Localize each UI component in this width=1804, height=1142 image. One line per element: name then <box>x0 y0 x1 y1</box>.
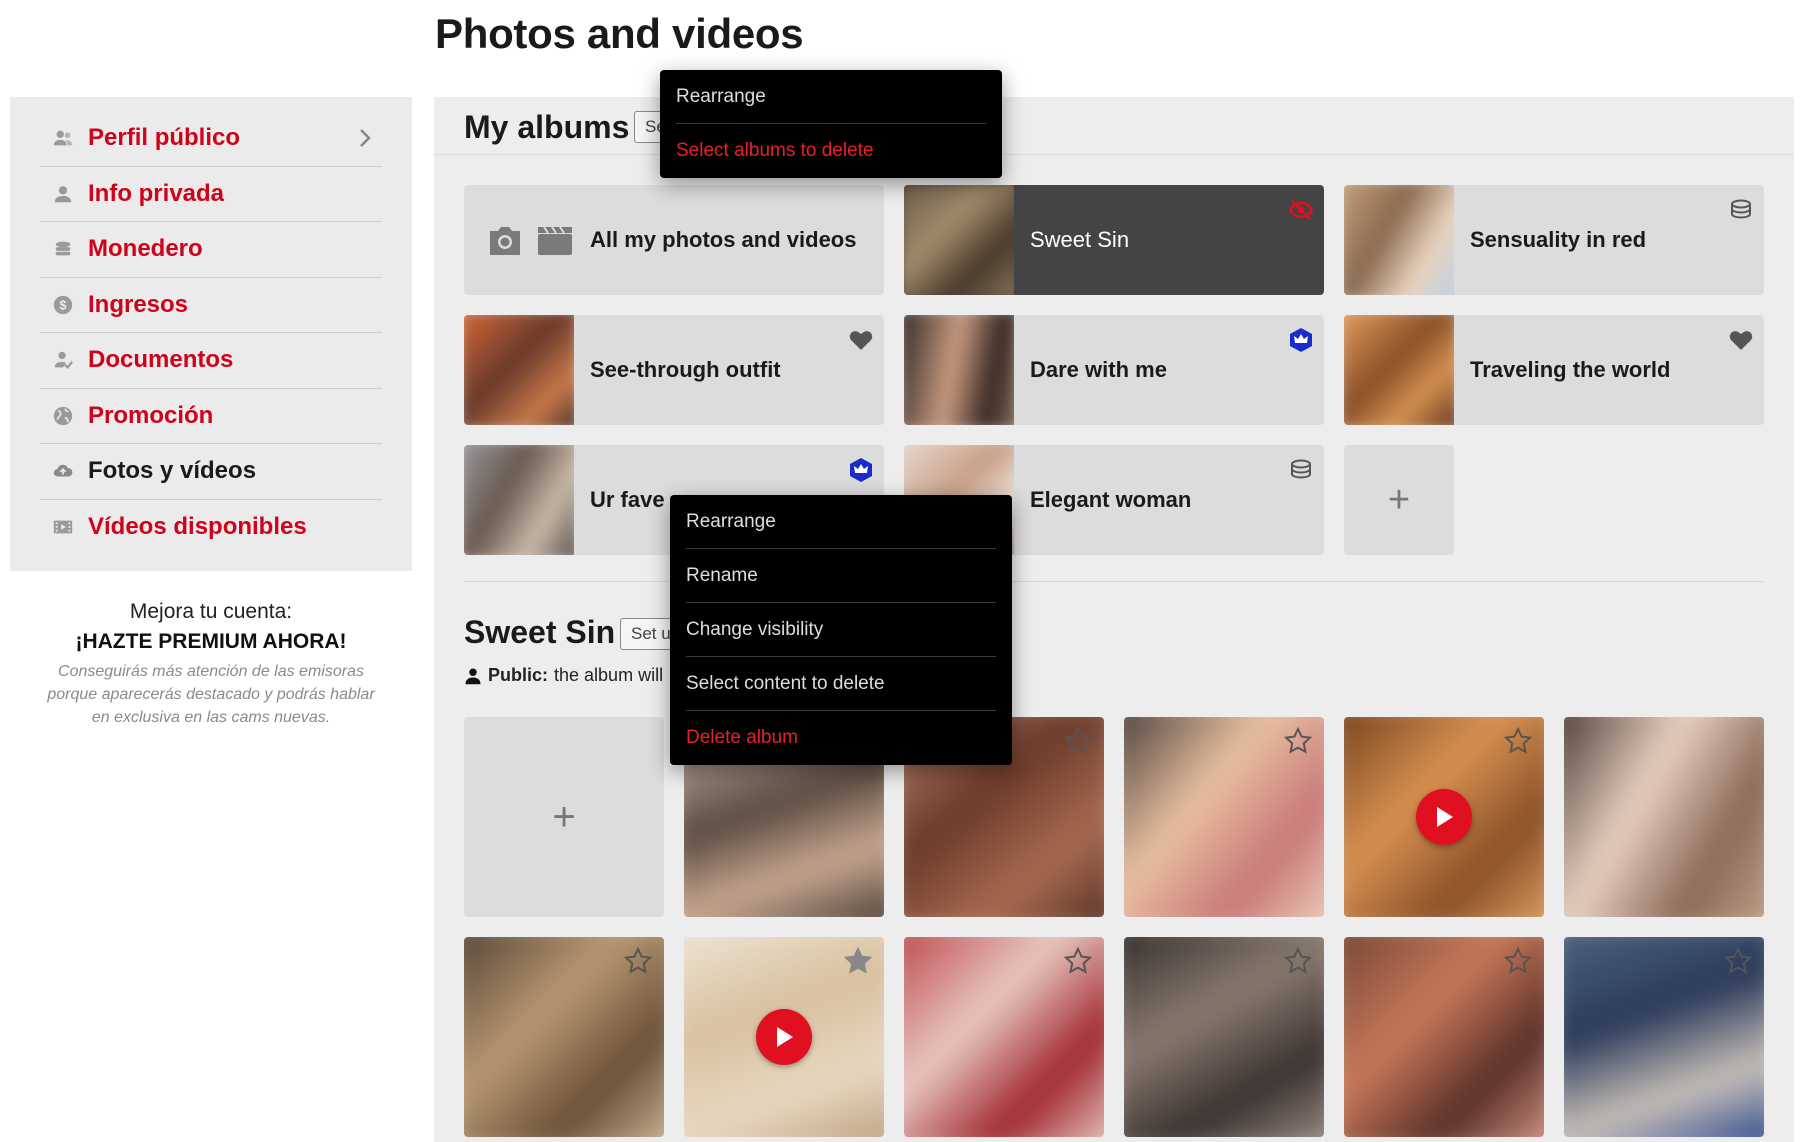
album-name: Sensuality in red <box>1470 227 1647 252</box>
menu-item-change-visibility[interactable]: Change visibility <box>686 603 996 657</box>
album-name: Dare with me <box>1030 357 1167 382</box>
globe-icon <box>50 403 76 429</box>
cloud-icon <box>50 458 76 484</box>
media-item[interactable] <box>1344 717 1544 917</box>
media-item[interactable] <box>1564 717 1764 917</box>
eye-slash-icon[interactable] <box>1288 197 1314 223</box>
camera-icon <box>490 227 520 255</box>
sidebar-item-label: Vídeos disponibles <box>88 513 307 541</box>
menu-item-rename[interactable]: Rename <box>686 549 996 603</box>
coins-icon <box>50 236 76 262</box>
main-panel: My albums Se All my photos and videos Sw… <box>434 97 1794 1142</box>
page-title: Photos and videos <box>435 10 804 57</box>
menu-item-rearrange[interactable]: Rearrange <box>676 70 986 124</box>
star-icon[interactable] <box>1284 727 1312 755</box>
media-item[interactable] <box>1124 937 1324 1137</box>
star-icon[interactable] <box>1284 947 1312 975</box>
star-icon[interactable] <box>844 947 872 975</box>
menu-item-select-albums-to-delete[interactable]: Select albums to delete <box>676 124 986 178</box>
sidebar: Perfil público Info privada Monedero $ I… <box>10 97 412 571</box>
visibility-text: the album will <box>554 665 664 685</box>
sidebar-item-label: Perfil público <box>88 124 241 152</box>
heart-icon[interactable] <box>1728 327 1754 353</box>
sidebar-item-ingresos[interactable]: $ Ingresos <box>40 278 382 333</box>
album-card-sweet-sin[interactable]: Sweet Sin <box>904 185 1324 295</box>
user-icon <box>465 668 481 684</box>
menu-item-select-content-to-delete[interactable]: Select content to delete <box>686 657 996 711</box>
media-item[interactable] <box>1124 717 1324 917</box>
star-icon[interactable] <box>1064 947 1092 975</box>
crown-icon[interactable] <box>1288 327 1314 353</box>
album-name: Traveling the world <box>1470 357 1671 382</box>
premium-headline: Mejora tu cuenta: <box>129 600 293 623</box>
media-item[interactable] <box>1344 937 1544 1137</box>
add-media-button[interactable]: + <box>464 717 664 917</box>
premium-promo: Mejora tu cuenta: ¡HAZTE PREMIUM AHORA! … <box>10 600 412 729</box>
clapperboard-icon <box>538 226 572 255</box>
media-item[interactable] <box>464 937 664 1137</box>
film-icon <box>50 514 76 540</box>
sidebar-item-label: Info privada <box>88 179 225 207</box>
menu-item-delete-album[interactable]: Delete album <box>686 711 996 765</box>
user-check-icon <box>50 347 76 373</box>
sidebar-item-label: Monedero <box>88 235 203 263</box>
menu-item-rearrange[interactable]: Rearrange <box>686 495 996 549</box>
sidebar-item-info-privada[interactable]: Info privada <box>40 167 382 222</box>
add-album-button[interactable]: + <box>1344 445 1454 555</box>
user-icon <box>50 181 76 207</box>
coins-icon[interactable] <box>1288 457 1314 483</box>
sidebar-item-promocion[interactable]: Promoción <box>40 389 382 444</box>
album-detail-title: Sweet Sin <box>464 614 616 650</box>
sidebar-item-label: Fotos y vídeos <box>88 457 257 485</box>
sidebar-item-fotos-y-videos[interactable]: Fotos y vídeos <box>40 444 382 500</box>
media-item[interactable] <box>684 937 884 1137</box>
album-card-traveling-the-world[interactable]: Traveling the world <box>1344 315 1764 425</box>
star-icon[interactable] <box>1504 947 1532 975</box>
sidebar-item-monedero[interactable]: Monedero <box>40 222 382 278</box>
album-card-sensuality-in-red[interactable]: Sensuality in red <box>1344 185 1764 295</box>
media-item[interactable] <box>904 937 1104 1137</box>
play-icon <box>777 1027 793 1047</box>
albums-header: My albums Se <box>434 97 1794 155</box>
section-divider <box>464 581 1764 582</box>
premium-description: Conseguirás más atención de las emisoras… <box>47 663 375 726</box>
sidebar-item-label: Documentos <box>88 346 234 374</box>
svg-text:$: $ <box>59 297 66 312</box>
chevron-right-icon <box>360 129 371 148</box>
albums-options-menu: Rearrange Select albums to delete <box>660 70 1002 178</box>
album-card-all[interactable]: All my photos and videos <box>464 185 884 295</box>
play-button[interactable] <box>1416 789 1472 845</box>
album-name: Elegant woman <box>1030 487 1192 512</box>
visibility-label: Public: <box>488 665 549 685</box>
album-name: See-through outfit <box>590 357 781 382</box>
album-card-see-through-outfit[interactable]: See-through outfit <box>464 315 884 425</box>
dollar-icon: $ <box>50 292 76 318</box>
visibility-info: Public: the album will <box>464 665 663 686</box>
media-item[interactable] <box>1564 937 1764 1137</box>
album-options-menu: Rearrange Rename Change visibility Selec… <box>670 495 1012 765</box>
album-name: All my photos and videos <box>590 227 857 252</box>
albums-title: My albums <box>464 109 630 145</box>
star-icon[interactable] <box>624 947 652 975</box>
sidebar-item-perfil-publico[interactable]: Perfil público <box>40 111 382 167</box>
sidebar-item-documentos[interactable]: Documentos <box>40 333 382 389</box>
play-icon <box>1437 807 1453 827</box>
sidebar-item-videos-disponibles[interactable]: Vídeos disponibles <box>40 500 382 556</box>
heart-icon[interactable] <box>848 327 874 353</box>
star-icon[interactable] <box>1724 947 1752 975</box>
star-icon[interactable] <box>1064 727 1092 755</box>
crown-icon[interactable] <box>848 457 874 483</box>
star-icon[interactable] <box>1504 727 1532 755</box>
album-card-dare-with-me[interactable]: Dare with me <box>904 315 1324 425</box>
premium-cta[interactable]: ¡HAZTE PREMIUM AHORA! <box>10 630 412 654</box>
play-button[interactable] <box>756 1009 812 1065</box>
coins-icon[interactable] <box>1728 197 1754 223</box>
sidebar-item-label: Promoción <box>88 401 214 429</box>
users-icon <box>50 125 76 151</box>
sidebar-item-label: Ingresos <box>88 290 189 318</box>
album-name: Sweet Sin <box>1030 227 1130 252</box>
